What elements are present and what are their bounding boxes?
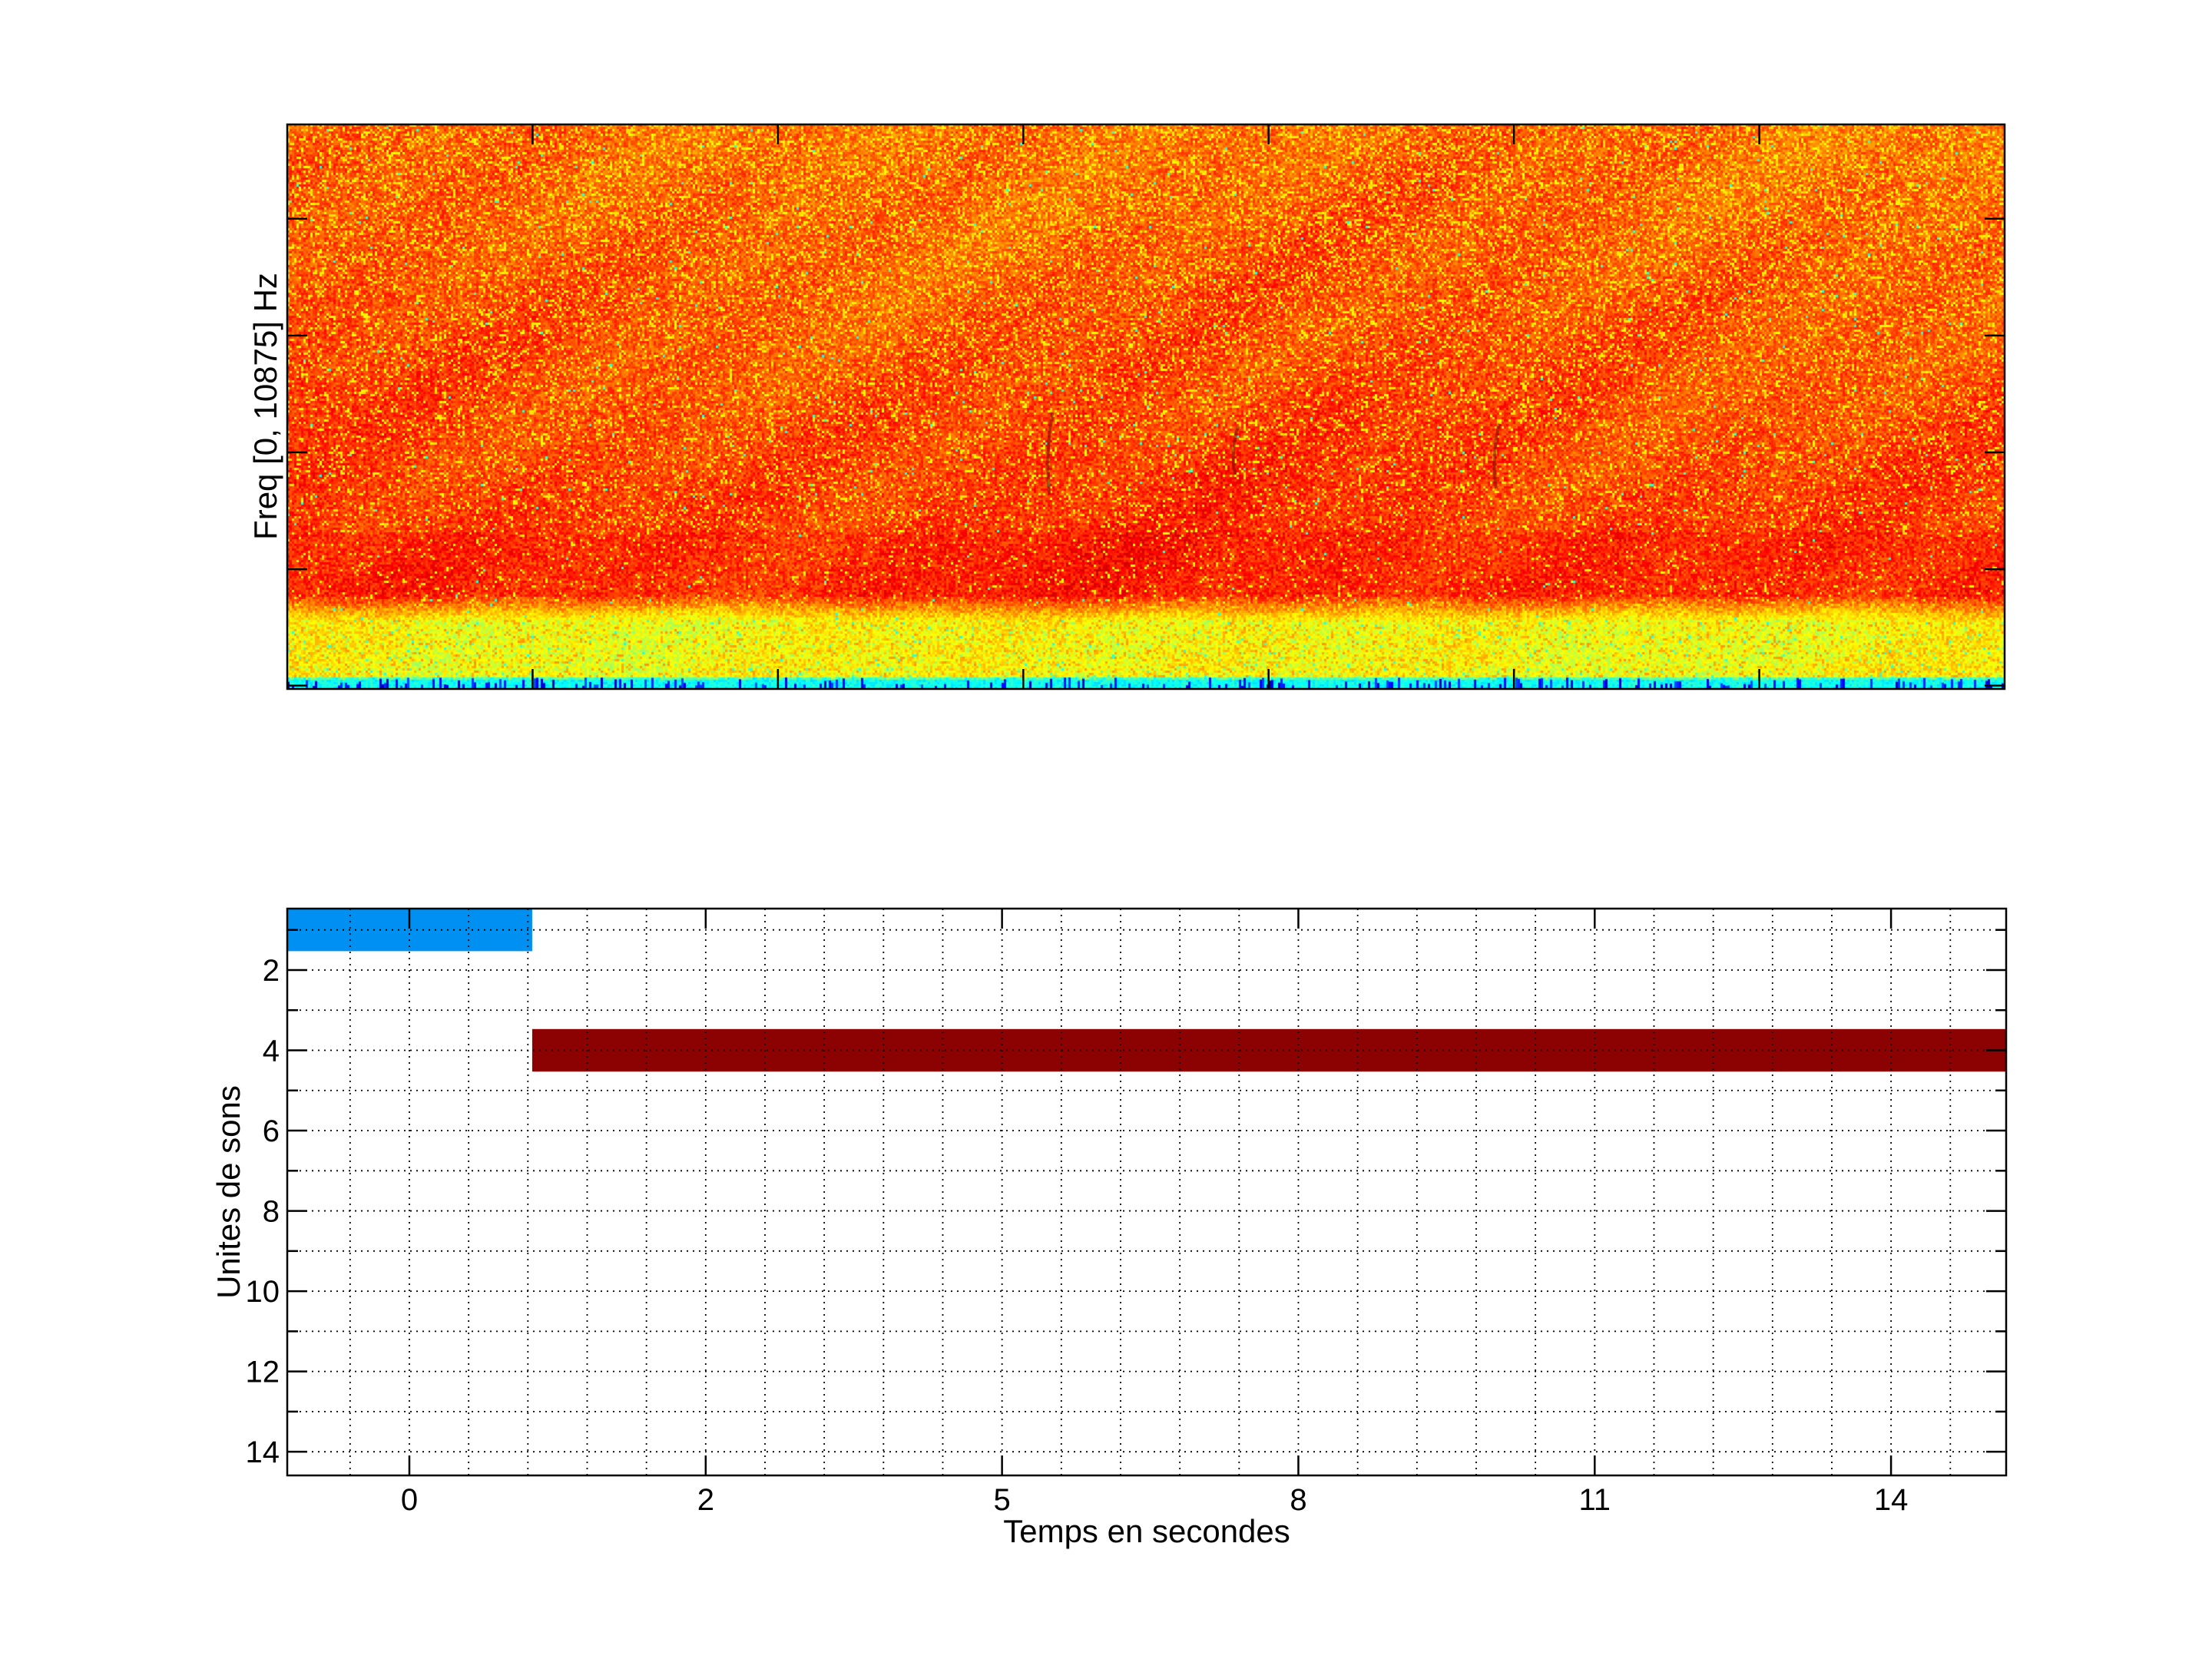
y-tick-label: 8 xyxy=(263,1195,280,1229)
x-tick-label: 2 xyxy=(697,1483,714,1517)
bottom-axes-border xyxy=(286,907,2008,1477)
axes-overlay: 0 2 5 8 11 14 2 4 6 8 10 12 14 Freq [0, 10875] Hz Un… xyxy=(210,123,2008,1549)
bottom-gridlines xyxy=(287,909,2006,1475)
sound-unit-4-bar xyxy=(531,1028,2006,1072)
spectrogram-axes-border xyxy=(286,123,2006,690)
spectrogram-y-axis-label: Freq [0, 10875] Hz xyxy=(247,273,283,540)
y-tick-label: 4 xyxy=(263,1035,280,1068)
x-tick-label: 14 xyxy=(1874,1483,1909,1517)
y-tick-label: 10 xyxy=(246,1275,280,1309)
matlab-figure: 0 2 5 8 11 14 2 4 6 8 10 12 14 Freq [0, 10875] Hz Un… xyxy=(0,0,2212,1659)
x-tick-label: 5 xyxy=(994,1483,1011,1517)
y-tick-label: 2 xyxy=(263,954,280,988)
bottom-y-axis-label: Unites de sons xyxy=(210,1085,247,1299)
x-tick-label: 8 xyxy=(1290,1483,1306,1517)
spectrogram-ticks xyxy=(287,124,2005,689)
bottom-ticks xyxy=(287,909,2006,1475)
y-tick-label: 12 xyxy=(246,1356,280,1389)
y-tick-label: 14 xyxy=(246,1435,280,1469)
y-tick-label: 6 xyxy=(263,1114,280,1148)
bottom-x-axis-label: Temps en secondes xyxy=(1003,1513,1290,1549)
x-tick-label: 11 xyxy=(1579,1483,1611,1517)
segmentation-bars xyxy=(287,909,2006,1072)
x-tick-label: 0 xyxy=(401,1483,418,1517)
